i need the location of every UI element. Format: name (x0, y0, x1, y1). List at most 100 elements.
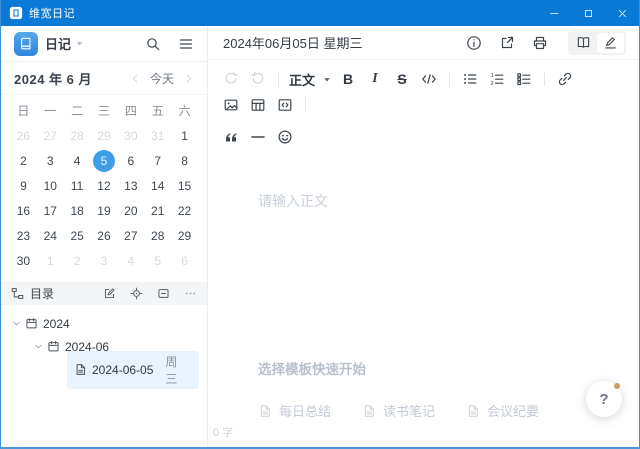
table-button[interactable] (248, 95, 268, 115)
calendar-day[interactable]: 14 (147, 175, 169, 197)
weekday-label: 一 (37, 98, 64, 123)
calendar-day[interactable]: 5 (147, 250, 169, 272)
calendar-day[interactable]: 24 (39, 225, 61, 247)
calendar-day[interactable]: 19 (93, 200, 115, 222)
calendar-day-cell: 7 (144, 148, 171, 173)
editor-area[interactable]: 请输入正文 选择模板快速开始 每日总结读书笔记会议纪要工作周报待办清单年度计划 (208, 154, 639, 449)
calendar-day[interactable]: 23 (12, 225, 34, 247)
next-month-icon[interactable] (183, 73, 194, 84)
redo-button[interactable] (248, 69, 268, 89)
edit-mode-button[interactable] (597, 33, 624, 53)
calendar-day-cell: 26 (91, 223, 118, 248)
calendar-day[interactable]: 11 (66, 175, 88, 197)
calendar-day[interactable]: 9 (12, 175, 34, 197)
more-icon[interactable] (184, 287, 197, 300)
calendar-day[interactable]: 10 (39, 175, 61, 197)
calendar-day[interactable]: 31 (147, 125, 169, 147)
calendar-day[interactable]: 20 (120, 200, 142, 222)
calendar-day[interactable]: 1 (174, 125, 196, 147)
italic-button[interactable]: I (365, 69, 385, 89)
calendar-day[interactable]: 3 (93, 250, 115, 272)
calendar-day[interactable]: 16 (12, 200, 34, 222)
link-button[interactable] (555, 69, 575, 89)
calendar-day[interactable]: 4 (120, 250, 142, 272)
template-item[interactable]: 工作周报 (258, 445, 362, 449)
note-edit-icon[interactable] (103, 287, 116, 300)
today-button[interactable]: 今天 (150, 70, 174, 87)
task-list-button[interactable] (514, 69, 534, 89)
calendar-day-selected[interactable]: 5 (93, 150, 115, 172)
inline-code-button[interactable] (419, 69, 439, 89)
calendar-day[interactable]: 17 (39, 200, 61, 222)
calendar-day[interactable]: 2 (12, 150, 34, 172)
collapse-icon[interactable] (157, 287, 170, 300)
calendar-day[interactable]: 6 (174, 250, 196, 272)
calendar-day[interactable]: 15 (174, 175, 196, 197)
print-icon[interactable] (532, 35, 548, 51)
calendar-day[interactable]: 29 (174, 225, 196, 247)
weekday-label: 六 (171, 98, 198, 123)
bold-button[interactable]: B (338, 69, 358, 89)
maximize-button[interactable] (571, 0, 605, 26)
chevron-down-icon[interactable] (75, 40, 84, 47)
calendar-day[interactable]: 4 (66, 150, 88, 172)
export-icon[interactable] (499, 35, 515, 51)
calendar-day[interactable]: 27 (120, 225, 142, 247)
quote-button[interactable] (221, 127, 241, 147)
calendar-day-cell: 16 (10, 198, 37, 223)
calendar-day[interactable]: 30 (12, 250, 34, 272)
template-item[interactable]: 读书笔记 (362, 401, 466, 420)
calendar-day[interactable]: 26 (12, 125, 34, 147)
calendar-day[interactable]: 3 (39, 150, 61, 172)
ordered-list-button[interactable]: 12 (487, 69, 507, 89)
calendar-day[interactable]: 8 (174, 150, 196, 172)
chevron-down-icon[interactable] (31, 342, 45, 351)
template-item-label: 年度计划 (487, 445, 539, 449)
calendar-day[interactable]: 2 (66, 250, 88, 272)
template-item[interactable]: 年度计划 (466, 445, 570, 449)
calendar-day[interactable]: 25 (66, 225, 88, 247)
calendar-day[interactable]: 27 (39, 125, 61, 147)
template-item[interactable]: 会议纪要 (466, 401, 570, 420)
calendar-day[interactable]: 12 (93, 175, 115, 197)
calendar-day[interactable]: 6 (120, 150, 142, 172)
tree-item-selected[interactable]: 2024-06-05周三 (67, 351, 199, 389)
image-button[interactable] (221, 95, 241, 115)
calendar-day[interactable]: 1 (39, 250, 61, 272)
close-button[interactable] (605, 0, 639, 26)
undo-button[interactable] (221, 69, 241, 89)
code-block-button[interactable] (275, 95, 295, 115)
calendar-day[interactable]: 28 (66, 125, 88, 147)
calendar-day[interactable]: 29 (93, 125, 115, 147)
notebook-switcher[interactable]: 日记 (45, 34, 71, 53)
chevron-down-icon[interactable] (9, 319, 23, 328)
calendar-day[interactable]: 28 (147, 225, 169, 247)
bullet-list-button[interactable] (460, 69, 480, 89)
template-item[interactable]: 待办清单 (362, 445, 466, 449)
emoji-button[interactable] (275, 127, 295, 147)
app-logo[interactable] (14, 32, 38, 56)
help-button[interactable]: ? (586, 381, 622, 417)
calendar-day-cell: 11 (64, 173, 91, 198)
divider-button[interactable] (248, 127, 268, 147)
template-item[interactable]: 每日总结 (258, 401, 362, 420)
info-icon[interactable] (466, 35, 482, 51)
calendar-day[interactable]: 7 (147, 150, 169, 172)
read-mode-button[interactable] (570, 33, 597, 53)
locate-icon[interactable] (130, 287, 143, 300)
menu-icon[interactable] (178, 36, 194, 52)
search-icon[interactable] (145, 36, 161, 52)
tree-row[interactable]: 2024-06-05周三 (9, 358, 199, 381)
prev-month-icon[interactable] (130, 73, 141, 84)
calendar-day[interactable]: 18 (66, 200, 88, 222)
calendar-day[interactable]: 21 (147, 200, 169, 222)
strikethrough-button[interactable]: S (392, 69, 412, 89)
calendar-day[interactable]: 22 (174, 200, 196, 222)
calendar-day[interactable]: 30 (120, 125, 142, 147)
paragraph-style-dropdown[interactable]: 正文 (289, 69, 331, 89)
calendar-day[interactable]: 13 (120, 175, 142, 197)
sidebar-top-icons (145, 36, 194, 52)
minimize-button[interactable] (537, 0, 571, 26)
tree-row[interactable]: 2024 (9, 312, 199, 335)
calendar-day[interactable]: 26 (93, 225, 115, 247)
